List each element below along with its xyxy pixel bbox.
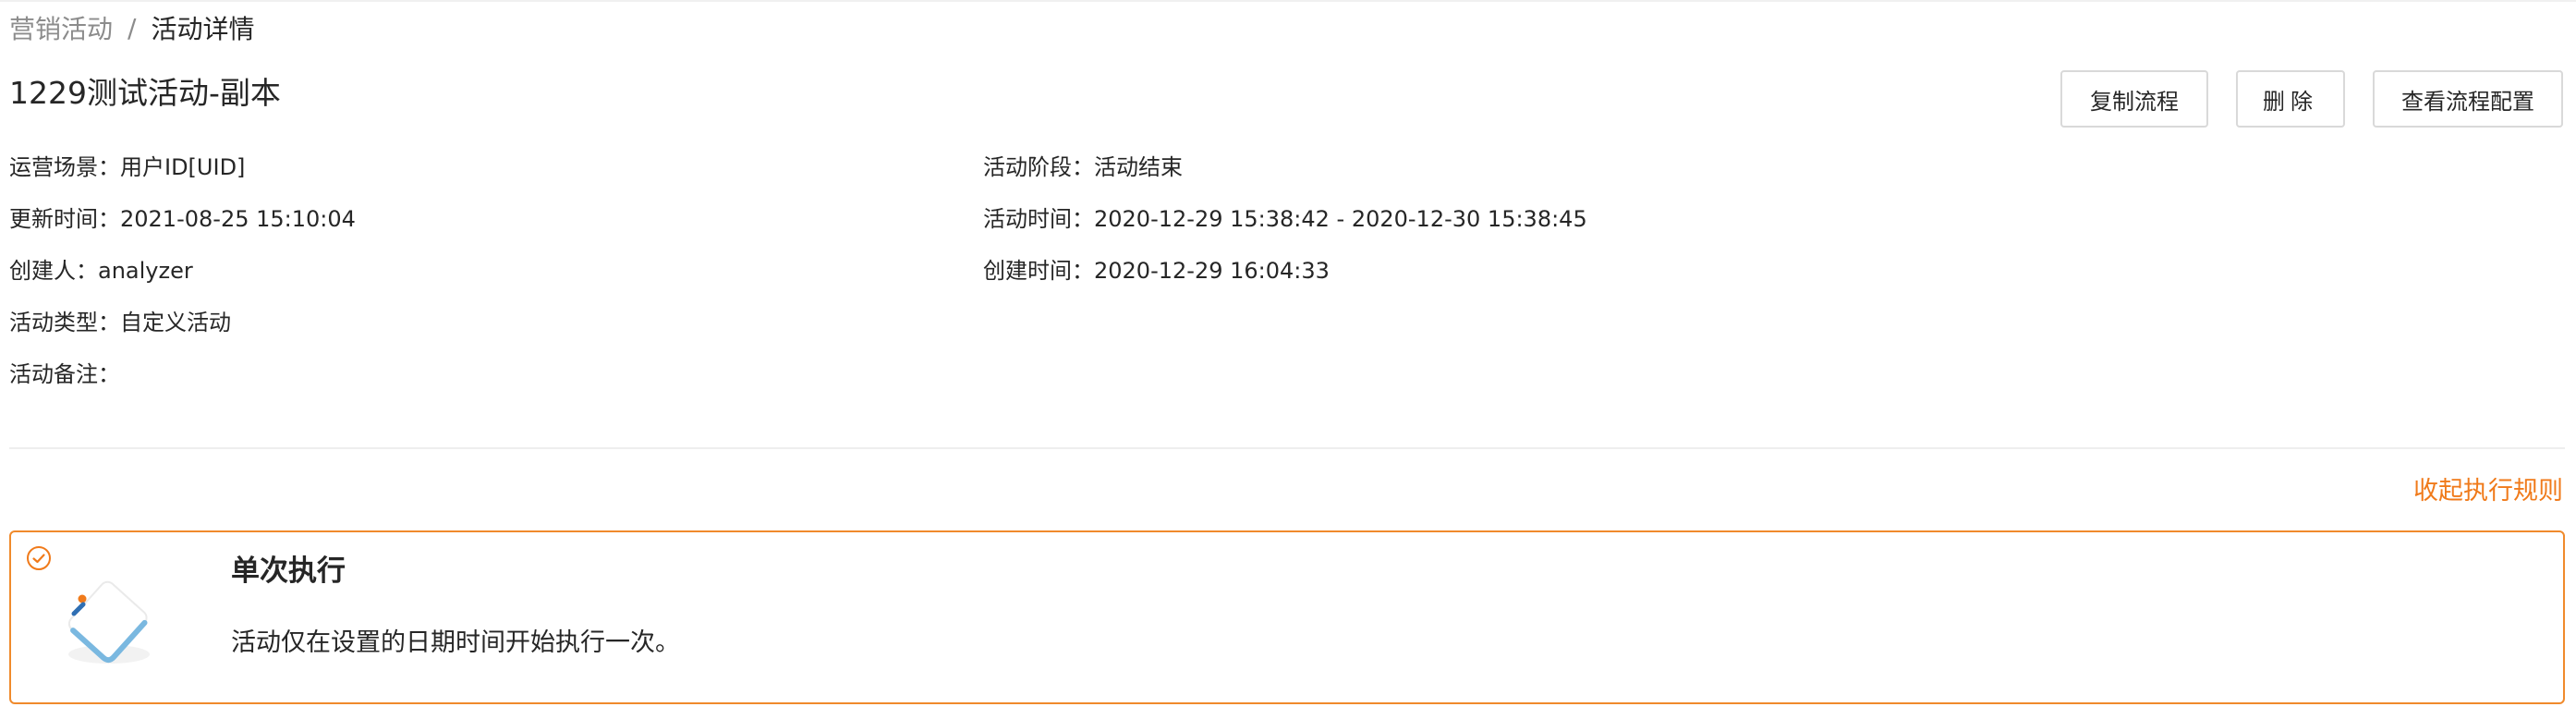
- view-flow-config-button[interactable]: 查看流程配置: [2373, 70, 2563, 128]
- breadcrumb-marketing-activities[interactable]: 营销活动: [9, 9, 113, 46]
- info-remark: 活动备注：: [9, 359, 120, 390]
- single-execution-illustration-icon: [67, 580, 150, 664]
- info-scenario: 运营场景：用户ID[UID]: [9, 152, 245, 183]
- rule-title: 单次执行: [231, 554, 346, 588]
- created-at-label: 创建时间：: [983, 258, 1094, 284]
- rule-description: 活动仅在设置的日期时间开始执行一次。: [231, 628, 680, 657]
- info-updated-at: 更新时间：2021-08-25 15:10:04: [9, 203, 356, 235]
- stage-value: 活动结束: [1094, 154, 1183, 180]
- info-period: 活动时间：2020-12-29 15:38:42 - 2020-12-30 15…: [983, 203, 1587, 235]
- header-actions: 复制流程 删除 查看流程配置: [2060, 70, 2563, 128]
- scenario-label: 运营场景：: [9, 154, 120, 180]
- updated-at-value: 2021-08-25 15:10:04: [120, 206, 356, 232]
- copy-flow-button[interactable]: 复制流程: [2060, 70, 2208, 128]
- section-divider: [9, 447, 2565, 449]
- breadcrumb-separator: /: [128, 12, 137, 43]
- info-stage: 活动阶段：活动结束: [983, 152, 1183, 183]
- scenario-value: 用户ID[UID]: [120, 154, 246, 180]
- type-value: 自定义活动: [120, 310, 231, 335]
- remark-label: 活动备注：: [9, 361, 120, 387]
- creator-value: analyzer: [98, 258, 193, 284]
- updated-at-label: 更新时间：: [9, 206, 120, 232]
- created-at-value: 2020-12-29 16:04:33: [1094, 258, 1330, 284]
- type-label: 活动类型：: [9, 310, 120, 335]
- period-label: 活动时间：: [983, 206, 1094, 232]
- collapse-execution-rules-link[interactable]: 收起执行规则: [2413, 473, 2563, 510]
- info-type: 活动类型：自定义活动: [9, 307, 231, 338]
- info-creator: 创建人：analyzer: [9, 255, 193, 286]
- creator-label: 创建人：: [9, 258, 98, 284]
- stage-label: 活动阶段：: [983, 154, 1094, 180]
- breadcrumb: 营销活动 / 活动详情: [9, 9, 254, 46]
- page-title: 1229测试活动-副本: [9, 75, 281, 111]
- info-created-at: 创建时间：2020-12-29 16:04:33: [983, 255, 1330, 286]
- breadcrumb-activity-detail: 活动详情: [151, 14, 255, 44]
- period-value: 2020-12-29 15:38:42 - 2020-12-30 15:38:4…: [1094, 206, 1587, 232]
- top-border: [0, 0, 2576, 2]
- execution-rule-card-single[interactable]: 单次执行 活动仅在设置的日期时间开始执行一次。: [9, 530, 2565, 704]
- delete-button[interactable]: 删除: [2236, 70, 2345, 128]
- check-circle-icon: [27, 546, 51, 570]
